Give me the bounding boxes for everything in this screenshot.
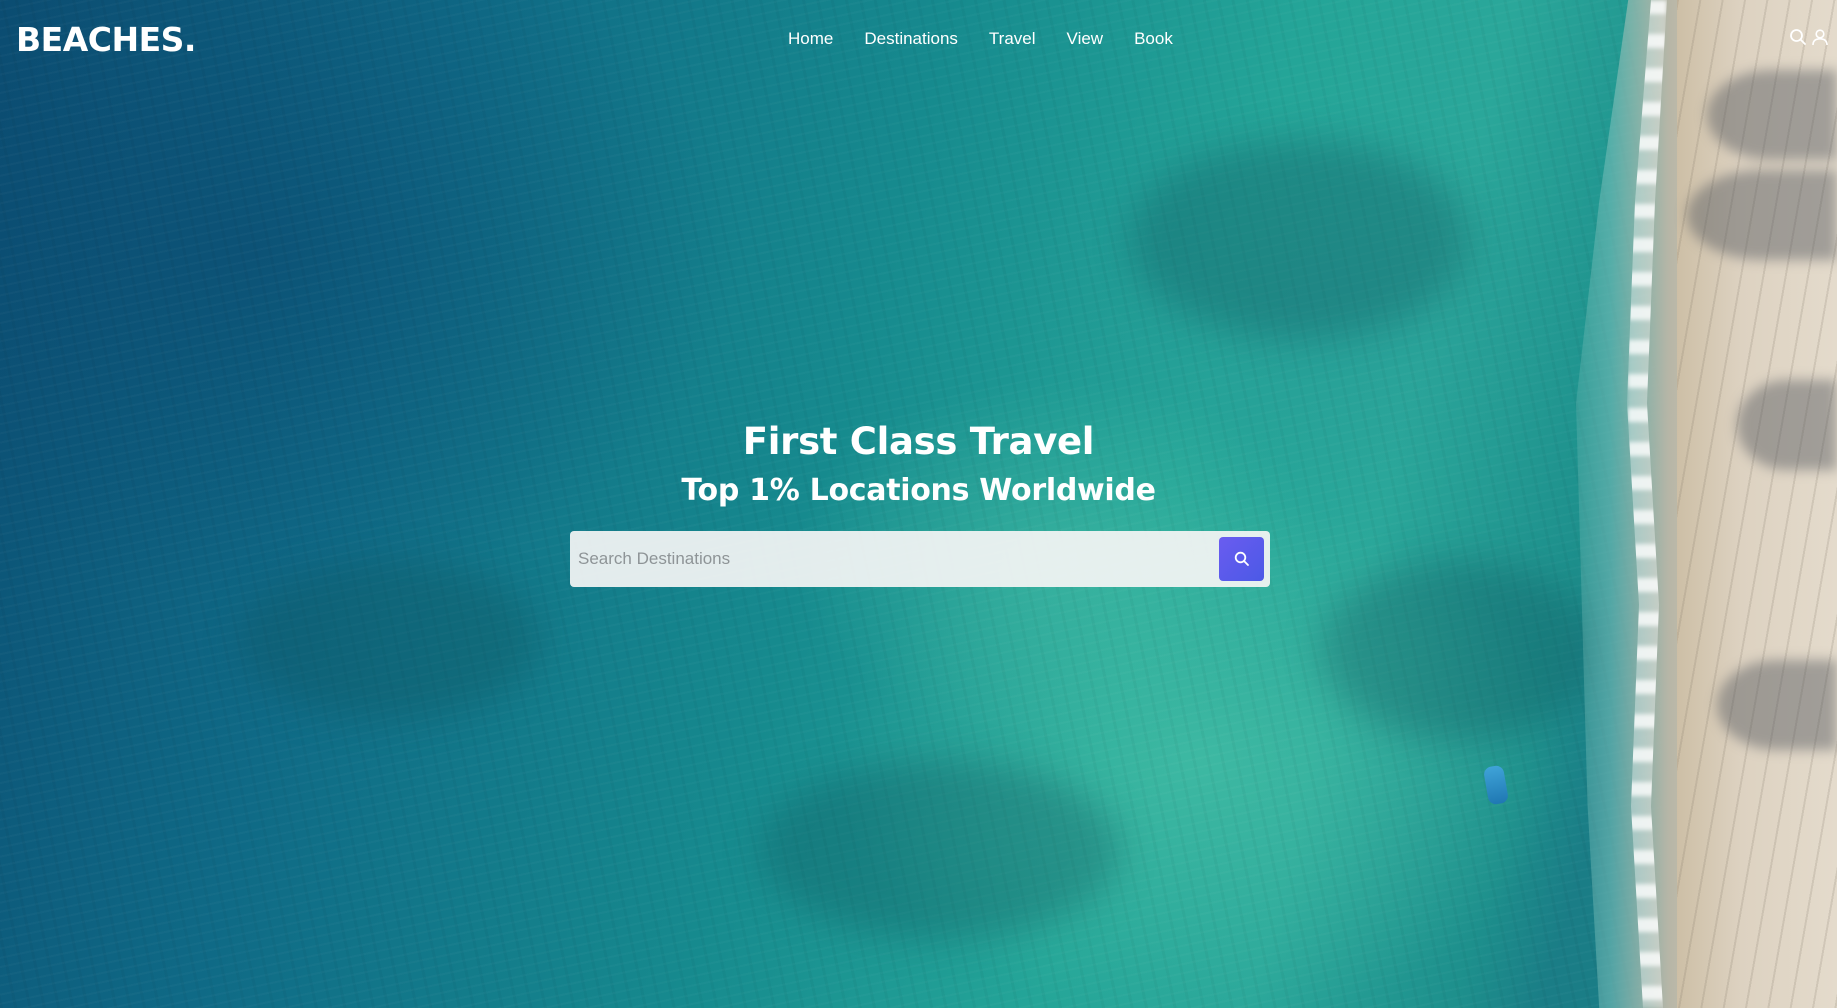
search-input[interactable] bbox=[578, 531, 1178, 587]
reef-shadow bbox=[1130, 140, 1470, 340]
reef-shadow bbox=[1320, 560, 1600, 740]
nav-item-travel[interactable]: Travel bbox=[989, 28, 1036, 50]
header-icons bbox=[1789, 28, 1829, 46]
nav-item-destinations[interactable]: Destinations bbox=[864, 28, 958, 50]
site-logo[interactable]: BEACHES. bbox=[16, 18, 196, 62]
palm-shadow bbox=[1717, 660, 1837, 750]
hero-subheadline: Top 1% Locations Worldwide bbox=[681, 473, 1156, 508]
nav-item-view[interactable]: View bbox=[1067, 28, 1104, 50]
site-header: BEACHES. Home Destinations Travel View B… bbox=[0, 0, 1837, 78]
palm-shadow bbox=[1707, 70, 1837, 160]
hero-section: BEACHES. Home Destinations Travel View B… bbox=[0, 0, 1837, 1008]
palm-shadow bbox=[1687, 170, 1837, 260]
hero-headline: First Class Travel bbox=[742, 420, 1095, 463]
main-nav: Home Destinations Travel View Book bbox=[788, 28, 1173, 50]
nav-item-book[interactable]: Book bbox=[1134, 28, 1173, 50]
search-icon[interactable] bbox=[1789, 28, 1807, 46]
reef-shadow bbox=[240, 560, 540, 720]
hero-content: First Class Travel Top 1% Locations Worl… bbox=[0, 418, 1837, 512]
search-button[interactable] bbox=[1219, 537, 1264, 581]
reef-shadow bbox=[760, 760, 1120, 940]
search-icon bbox=[1234, 551, 1250, 567]
nav-item-home[interactable]: Home bbox=[788, 28, 833, 50]
search-bar bbox=[570, 531, 1270, 587]
user-icon[interactable] bbox=[1811, 28, 1829, 46]
